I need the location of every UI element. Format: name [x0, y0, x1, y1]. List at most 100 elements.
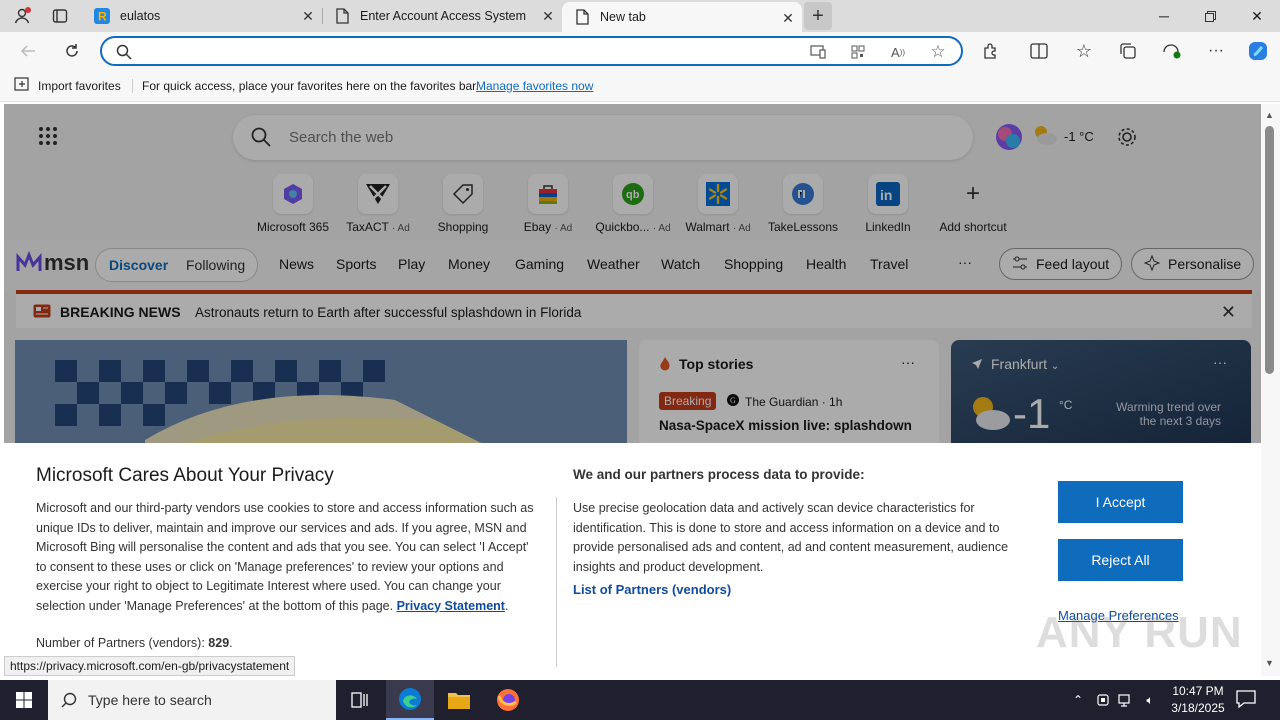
task-view-icon[interactable]: [336, 680, 384, 720]
close-window-icon[interactable]: ✕: [1234, 0, 1280, 32]
close-tab-icon[interactable]: ✕: [300, 8, 316, 24]
performance-icon[interactable]: [1160, 39, 1184, 63]
temperature-small: -1 °C: [1064, 129, 1094, 144]
show-hidden-icons-icon[interactable]: ⌃: [1070, 692, 1086, 708]
weather-widget-small[interactable]: -1 °C: [1032, 124, 1094, 149]
taxact-icon: [366, 184, 390, 204]
search-icon: [251, 127, 271, 150]
app-available-icon[interactable]: [809, 43, 827, 61]
search-icon: [116, 44, 132, 63]
close-tab-icon[interactable]: ✕: [540, 8, 556, 24]
copilot-icon[interactable]: [994, 122, 1024, 152]
weather-card[interactable]: Frankfurt ⌄ ··· -1 °C Warming trend over…: [951, 340, 1251, 450]
msn-nav-bar: msn Discover Following News Sports Play …: [4, 240, 1261, 290]
weather-trend: Warming trend over the next 3 days: [1116, 400, 1221, 428]
shortcut-walmart[interactable]: Walmart · Ad: [676, 174, 760, 234]
tab-actions-icon[interactable]: [48, 4, 72, 28]
tab-new-tab[interactable]: New tab ✕: [562, 2, 802, 32]
split-screen-icon[interactable]: [1027, 39, 1051, 63]
ad-label: · Ad: [554, 223, 573, 234]
qr-code-icon[interactable]: [849, 43, 867, 61]
list-of-partners-link[interactable]: List of Partners (vendors): [573, 582, 731, 597]
close-tab-icon[interactable]: ✕: [780, 10, 796, 26]
shortcut-label: Walmart: [685, 220, 730, 234]
more-options-icon[interactable]: ···: [1213, 354, 1227, 370]
network-icon[interactable]: [1118, 692, 1134, 708]
shortcut-microsoft365[interactable]: Microsoft 365: [251, 174, 335, 234]
tab-enter-account-access[interactable]: Enter Account Access System ✕: [322, 0, 562, 32]
partly-cloudy-icon: [967, 392, 1011, 435]
scroll-up-icon[interactable]: ▲: [1265, 110, 1274, 120]
more-options-icon[interactable]: ···: [901, 354, 915, 370]
shortcut-taxact[interactable]: TaxACT · Ad: [336, 174, 420, 234]
more-menu-icon[interactable]: ···: [1204, 39, 1228, 63]
vertical-scrollbar[interactable]: ▲ ▼: [1261, 104, 1280, 676]
nav-health[interactable]: Health: [806, 256, 846, 272]
personalise-button[interactable]: Personalise: [1131, 248, 1255, 280]
favorites-icon[interactable]: ☆: [1072, 39, 1096, 63]
manage-favorites-link[interactable]: Manage favorites now: [476, 79, 593, 93]
feed-layout-button[interactable]: Feed layout: [999, 248, 1123, 280]
nav-weather[interactable]: Weather: [587, 256, 640, 272]
nav-watch[interactable]: Watch: [661, 256, 700, 272]
tab-title: Enter Account Access System: [360, 9, 527, 23]
partly-cloudy-icon: [1032, 124, 1058, 149]
scrollbar-thumb[interactable]: [1265, 126, 1274, 374]
accept-button[interactable]: I Accept: [1058, 481, 1183, 523]
shortcut-linkedin[interactable]: in LinkedIn: [846, 174, 930, 234]
profile-icon[interactable]: [10, 4, 34, 28]
file-explorer-icon[interactable]: [435, 680, 483, 720]
add-shortcut-button[interactable]: + Add shortcut: [931, 174, 1015, 234]
shortcut-shopping[interactable]: Shopping: [421, 174, 505, 234]
firefox-icon[interactable]: [484, 680, 532, 720]
tab-eulatos[interactable]: R eulatos ✕: [82, 0, 322, 32]
web-search-box[interactable]: Search the web: [233, 115, 973, 160]
read-aloud-icon[interactable]: A)): [889, 43, 907, 61]
taskbar-search-box[interactable]: Type here to search: [48, 680, 336, 720]
nav-gaming[interactable]: Gaming: [515, 256, 564, 272]
system-clock[interactable]: 10:47 PM 3/18/2025: [1160, 683, 1236, 717]
volume-icon[interactable]: 🔈︎: [1142, 692, 1158, 708]
shortcut-takelessons[interactable]: TakeLessons: [761, 174, 845, 234]
discover-tab[interactable]: Discover: [109, 257, 168, 273]
start-button[interactable]: [0, 680, 48, 720]
app-launcher-icon[interactable]: [38, 126, 58, 146]
breaking-news-banner[interactable]: BREAKING NEWS Astronauts return to Earth…: [16, 290, 1252, 328]
shortcut-quickbooks[interactable]: qb Quickbo... · Ad: [591, 174, 675, 234]
nav-play[interactable]: Play: [398, 256, 425, 272]
settings-gear-icon[interactable]: [1116, 126, 1138, 148]
reject-all-button[interactable]: Reject All: [1058, 539, 1183, 581]
scroll-down-icon[interactable]: ▼: [1265, 658, 1274, 668]
device-icon[interactable]: [1095, 692, 1111, 708]
shortcut-label: TakeLessons: [767, 220, 839, 234]
shortcut-ebay[interactable]: Ebay · Ad: [506, 174, 590, 234]
extensions-icon[interactable]: [979, 39, 1003, 63]
new-tab-plus-icon[interactable]: +: [804, 2, 832, 30]
story-headline[interactable]: Nasa-SpaceX mission live: splashdown: [659, 418, 912, 433]
notification-center-icon[interactable]: [1236, 690, 1260, 710]
nav-money[interactable]: Money: [448, 256, 490, 272]
nav-more-icon[interactable]: ···: [958, 254, 972, 270]
minimize-icon[interactable]: ─: [1141, 0, 1187, 32]
nav-news[interactable]: News: [279, 256, 314, 272]
weather-city[interactable]: Frankfurt ⌄: [991, 356, 1059, 372]
collections-icon[interactable]: [1116, 39, 1140, 63]
edge-taskbar-icon[interactable]: [386, 680, 434, 720]
import-favorites-button[interactable]: Import favorites: [14, 77, 121, 94]
nav-travel[interactable]: Travel: [870, 256, 908, 272]
hero-image[interactable]: [15, 340, 627, 450]
privacy-statement-link[interactable]: Privacy Statement: [397, 599, 505, 613]
following-tab[interactable]: Following: [186, 257, 245, 273]
shopping-tag-icon: [452, 184, 473, 205]
status-bar-url: https://privacy.microsoft.com/en-gb/priv…: [4, 656, 296, 676]
nav-shopping[interactable]: Shopping: [724, 256, 783, 272]
nav-sports[interactable]: Sports: [336, 256, 376, 272]
favorite-star-icon[interactable]: ☆: [929, 42, 947, 61]
restore-icon[interactable]: [1187, 0, 1233, 32]
close-icon[interactable]: ✕: [1221, 302, 1236, 323]
copilot-icon[interactable]: [1246, 39, 1270, 63]
address-bar[interactable]: A)) ☆: [100, 36, 963, 66]
msn-logo[interactable]: msn: [16, 250, 89, 276]
refresh-icon[interactable]: [60, 39, 84, 63]
back-icon[interactable]: [16, 39, 40, 63]
